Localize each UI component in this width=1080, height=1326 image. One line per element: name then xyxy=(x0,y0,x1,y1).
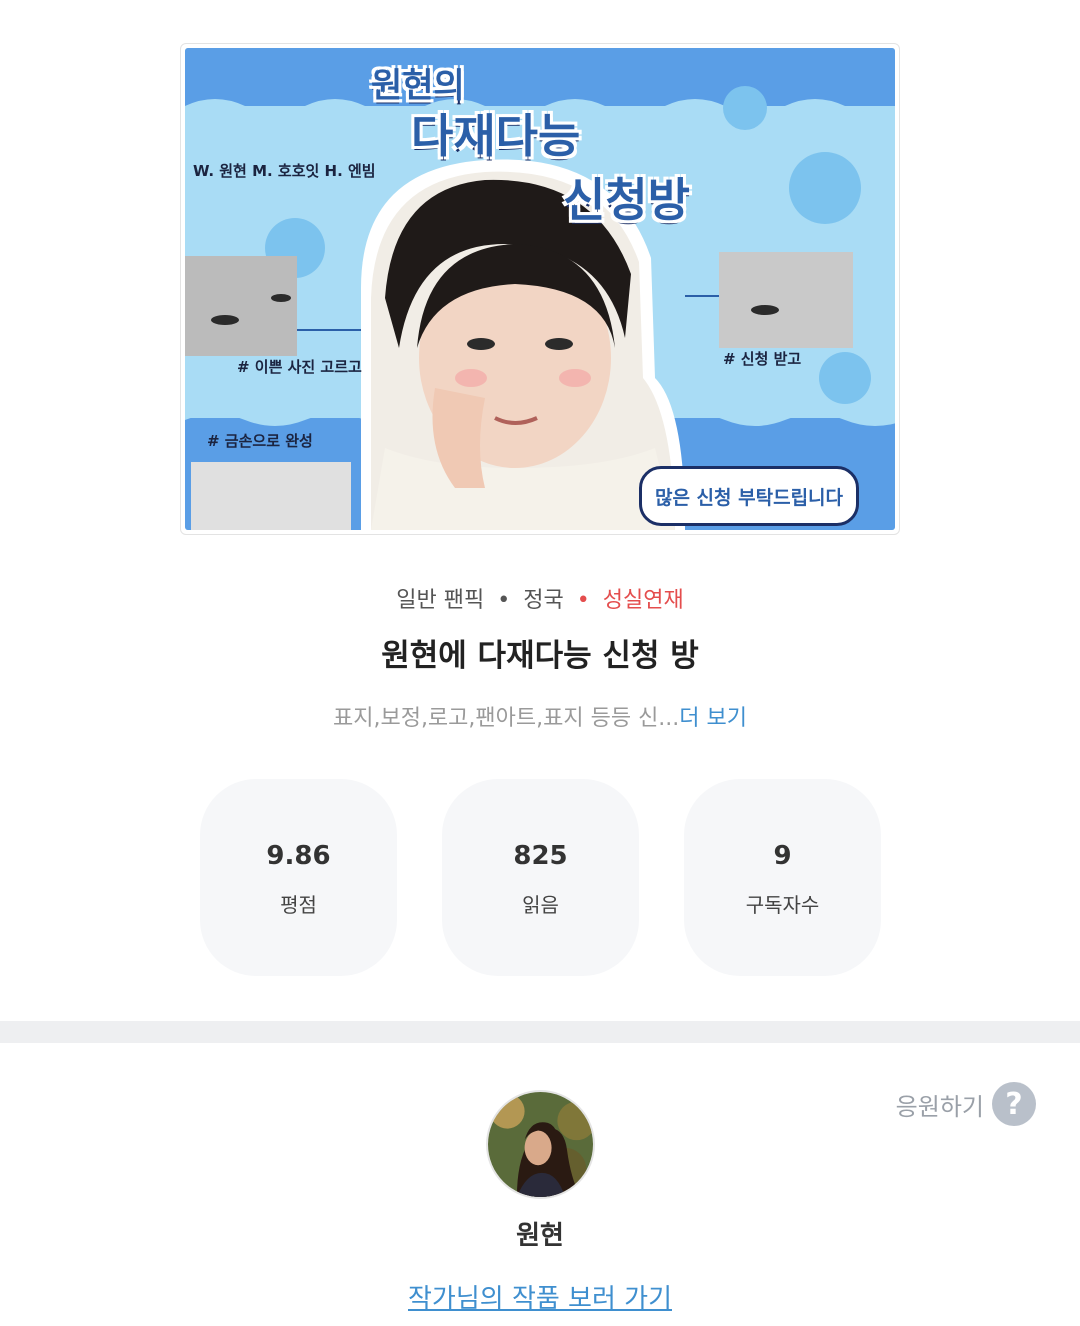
story-meta: 일반 팬픽 • 정국 • 성실연재 xyxy=(0,582,1080,614)
meta-separator: • xyxy=(576,588,590,613)
subscribers-stat-card: 9 구독자수 xyxy=(684,779,881,976)
cover-image: 원현의 다재다능 신청방 W. 원현 M. 호호잇 H. 엔빔 # 이쁜 사진 … xyxy=(185,48,895,530)
character-label: 정국 xyxy=(523,588,564,613)
author-name: 원현 xyxy=(516,1221,564,1251)
subscribers-label: 구독자수 xyxy=(745,893,820,917)
reads-value: 825 xyxy=(513,841,568,871)
author-works-link[interactable]: 작가님의 작품 보러 가기 xyxy=(0,1278,1080,1315)
rating-value: 9.86 xyxy=(266,841,331,871)
cover-credit: W. 원현 M. 호호잇 H. 엔빔 xyxy=(193,162,376,180)
stats-row: 9.86 평점 825 읽음 9 구독자수 xyxy=(200,779,881,976)
subscribers-value: 9 xyxy=(773,841,792,871)
cover-tag: # 이쁜 사진 고르고 xyxy=(237,358,362,376)
description-text: 표지,보정,로고,팬아트,표지 등등 신... xyxy=(332,706,680,731)
story-description: 표지,보정,로고,팬아트,표지 등등 신...더 보기 xyxy=(0,700,1080,732)
cover-image-frame[interactable]: 원현의 다재다능 신청방 W. 원현 M. 호호잇 H. 엔빔 # 이쁜 사진 … xyxy=(180,43,900,535)
story-title: 원현에 다재다능 신청 방 xyxy=(381,638,699,674)
reads-label: 읽음 xyxy=(522,893,559,917)
cover-tag: # 금손으로 완성 xyxy=(207,432,313,450)
support-label: 응원하기 xyxy=(895,1092,984,1121)
cover-speech-bubble: 많은 신청 부탁드립니다 xyxy=(639,466,859,526)
section-divider xyxy=(0,1021,1080,1043)
read-more-link[interactable]: 더 보기 xyxy=(679,706,747,731)
rating-label: 평점 xyxy=(280,893,317,917)
rating-stat-card: 9.86 평점 xyxy=(200,779,397,976)
support-button[interactable]: 응원하기 ? xyxy=(896,1082,1036,1126)
meta-separator: • xyxy=(497,588,511,613)
cover-title-line2: 다재다능 xyxy=(411,109,581,163)
cover-title-line3: 신청방 xyxy=(563,173,690,227)
reads-stat-card: 825 읽음 xyxy=(442,779,639,976)
genre-label: 일반 팬픽 xyxy=(396,588,485,613)
question-mark-icon[interactable]: ? xyxy=(992,1082,1036,1126)
cover-tag: # 신청 받고 xyxy=(723,350,802,368)
author-avatar-image xyxy=(488,1092,593,1197)
author-avatar[interactable] xyxy=(486,1090,595,1199)
serial-status-badge: 성실연재 xyxy=(602,588,684,613)
